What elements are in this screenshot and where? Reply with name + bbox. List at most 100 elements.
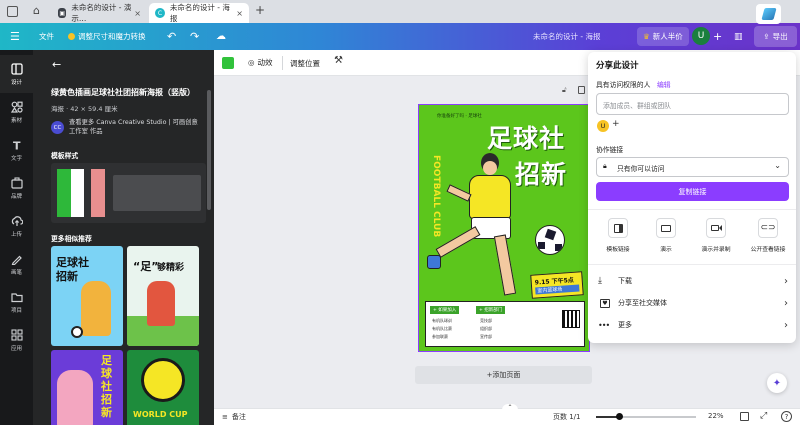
rail-item-apps[interactable]: 应用 [0, 321, 33, 359]
add-people-input[interactable]: 添加成员、群组或团队 [596, 93, 789, 115]
magic-assistant-icon[interactable]: ✦ [767, 373, 787, 393]
dept-item: 竞技部 [480, 318, 492, 323]
poster-title-2: 招新 [515, 160, 568, 189]
grid-view-icon[interactable] [740, 412, 749, 421]
back-arrow-icon[interactable]: ← [52, 58, 61, 71]
template-thumbnail[interactable]: 足球社招新 [51, 350, 123, 425]
zoom-level[interactable]: 22% [708, 412, 724, 420]
color-swatch[interactable] [222, 57, 234, 69]
player-illustration [81, 281, 111, 336]
close-icon[interactable]: × [134, 9, 141, 18]
rail-item-text[interactable]: T 文字 [0, 131, 33, 169]
home-icon[interactable]: ⌂ [33, 4, 40, 17]
fullscreen-icon[interactable]: ⤢ [760, 411, 767, 421]
zoom-slider[interactable] [596, 413, 696, 420]
elements-icon [10, 101, 23, 113]
rail-item-upload[interactable]: 上传 [0, 207, 33, 245]
position-button[interactable]: 调整位置 [290, 58, 320, 69]
add-member-icon[interactable]: + [612, 119, 620, 129]
template-thumbnail[interactable]: WORLD CUP [127, 350, 199, 425]
author-link[interactable]: 查看更多 Canva Creative Studio | 可画创意工作室 作品 [69, 118, 201, 136]
rail-item-brand[interactable]: 品牌 [0, 169, 33, 207]
side-rail: 设计 素材 T 文字 品牌 上传 画笔 项目 应用 [0, 50, 33, 425]
access-option: 只有你可以访问 [617, 165, 665, 173]
player-shirt [469, 175, 511, 219]
resize-button[interactable]: 调整尺寸和魔力转换 [68, 23, 146, 50]
template-thumbnail[interactable]: 足球社 招新 [51, 246, 123, 346]
template-thumbnail[interactable]: “足” 够精彩 [127, 246, 199, 346]
share-popup: 分享此设计 具有访问权限的人 编辑 添加成员、群组或团队 U + 协作链接 🔒︎… [588, 52, 796, 343]
tab-presentation[interactable]: ▣ 未命名的设计 - 演示… × [52, 3, 147, 23]
player-illustration [57, 370, 93, 425]
animate-button[interactable]: ◎ 动效 [248, 57, 273, 68]
thumb-title: 招新 [56, 270, 78, 283]
player-leg [435, 226, 481, 258]
duplicate-icon[interactable] [578, 86, 585, 94]
lock-icon[interactable]: 🔓︎ [562, 86, 567, 95]
new-tab-button[interactable]: + [255, 3, 265, 17]
heart-icon: ♥ [598, 298, 612, 308]
tab-switcher-icon[interactable] [7, 6, 18, 17]
menu-button[interactable]: ☰ [10, 23, 20, 50]
soccer-ball-illustration [141, 358, 185, 402]
rail-label: 项目 [10, 307, 22, 314]
poster-canvas[interactable]: 你准备好了吗 · 足球社 FOOTBALL CLUB 足球社 招新 9.15 下… [418, 104, 590, 352]
action-public-link[interactable]: ⊂⊃ 公开查看链接 [744, 218, 792, 253]
paint-roller-icon[interactable]: ⚒ [334, 55, 343, 66]
rail-label: 文字 [10, 155, 22, 162]
help-icon[interactable]: ? [781, 411, 792, 422]
collapse-pages-icon[interactable]: ⌃ [502, 404, 518, 411]
styles-heading: 模板样式 [51, 152, 79, 160]
poster-top-line: 你准备好了吗 · 足球社 [437, 114, 482, 119]
action-template-link[interactable]: 模板链接 [598, 218, 638, 253]
dept-tag: + 招新部门 [476, 306, 506, 314]
access-label: 具有访问权限的人 [596, 81, 651, 89]
redo-icon[interactable]: ↷ [190, 23, 199, 50]
record-icon [706, 218, 726, 238]
rail-item-design[interactable]: 设计 [0, 55, 33, 93]
action-present[interactable]: 演示 [646, 218, 686, 253]
author-avatar[interactable]: CC [51, 121, 64, 134]
close-icon[interactable]: × [236, 9, 243, 18]
file-menu[interactable]: 文件 [39, 23, 54, 50]
cloud-saved-icon[interactable]: ☁ [216, 23, 226, 50]
edit-link[interactable]: 编辑 [657, 79, 671, 89]
undo-icon[interactable]: ↶ [167, 23, 176, 50]
rail-item-elements[interactable]: 素材 [0, 93, 33, 131]
thumb-title: “足” [133, 260, 159, 273]
download-row[interactable]: ⤓ 下载 › [598, 273, 788, 289]
app-logo-icon [756, 4, 781, 24]
avatar[interactable]: U [692, 27, 710, 45]
export-button[interactable]: ⇪ 导出 [754, 26, 797, 47]
add-member-button[interactable]: + [713, 23, 722, 50]
style-font-preview [113, 175, 201, 211]
rail-item-projects[interactable]: 项目 [0, 283, 33, 321]
draw-icon [11, 255, 22, 265]
collab-label: 协作链接 [596, 146, 624, 154]
access-select[interactable]: 🔒︎ 只有你可以访问 ⌄ [596, 157, 789, 177]
insights-icon[interactable]: ▥ [734, 23, 743, 50]
page-counter[interactable]: 页数 1/1 [553, 412, 581, 422]
action-present-record[interactable]: 演示并录制 [694, 218, 738, 253]
animate-icon: ◎ [248, 58, 255, 67]
soccer-ball [535, 225, 565, 255]
zoom-slider-thumb[interactable] [616, 413, 623, 420]
tab-poster[interactable]: C 未命名的设计 - 海报 × [149, 3, 249, 23]
document-title[interactable]: 未命名的设计 - 海报 [533, 23, 600, 50]
upgrade-button[interactable]: ♛ 新人半价 [637, 27, 689, 46]
copy-link-button[interactable]: 复制链接 [596, 182, 789, 201]
panel-scrollbar[interactable] [207, 90, 211, 210]
template-style-card[interactable] [51, 163, 206, 223]
link-icon: ⊂⊃ [758, 218, 778, 238]
player-face [483, 161, 497, 175]
export-icon: ⇪ [763, 32, 770, 41]
member-avatar[interactable]: U [597, 120, 609, 132]
upgrade-label: 新人半价 [652, 32, 683, 41]
social-share-row[interactable]: ♥ 分享至社交媒体 › [598, 295, 788, 311]
rail-item-draw[interactable]: 画笔 [0, 245, 33, 283]
notes-button[interactable]: ≡ 备注 [222, 412, 246, 422]
player-sock [427, 255, 441, 269]
divider [588, 264, 796, 265]
more-row[interactable]: ••• 更多 › [598, 317, 788, 333]
add-page-button[interactable]: +添加页面 [415, 366, 592, 384]
